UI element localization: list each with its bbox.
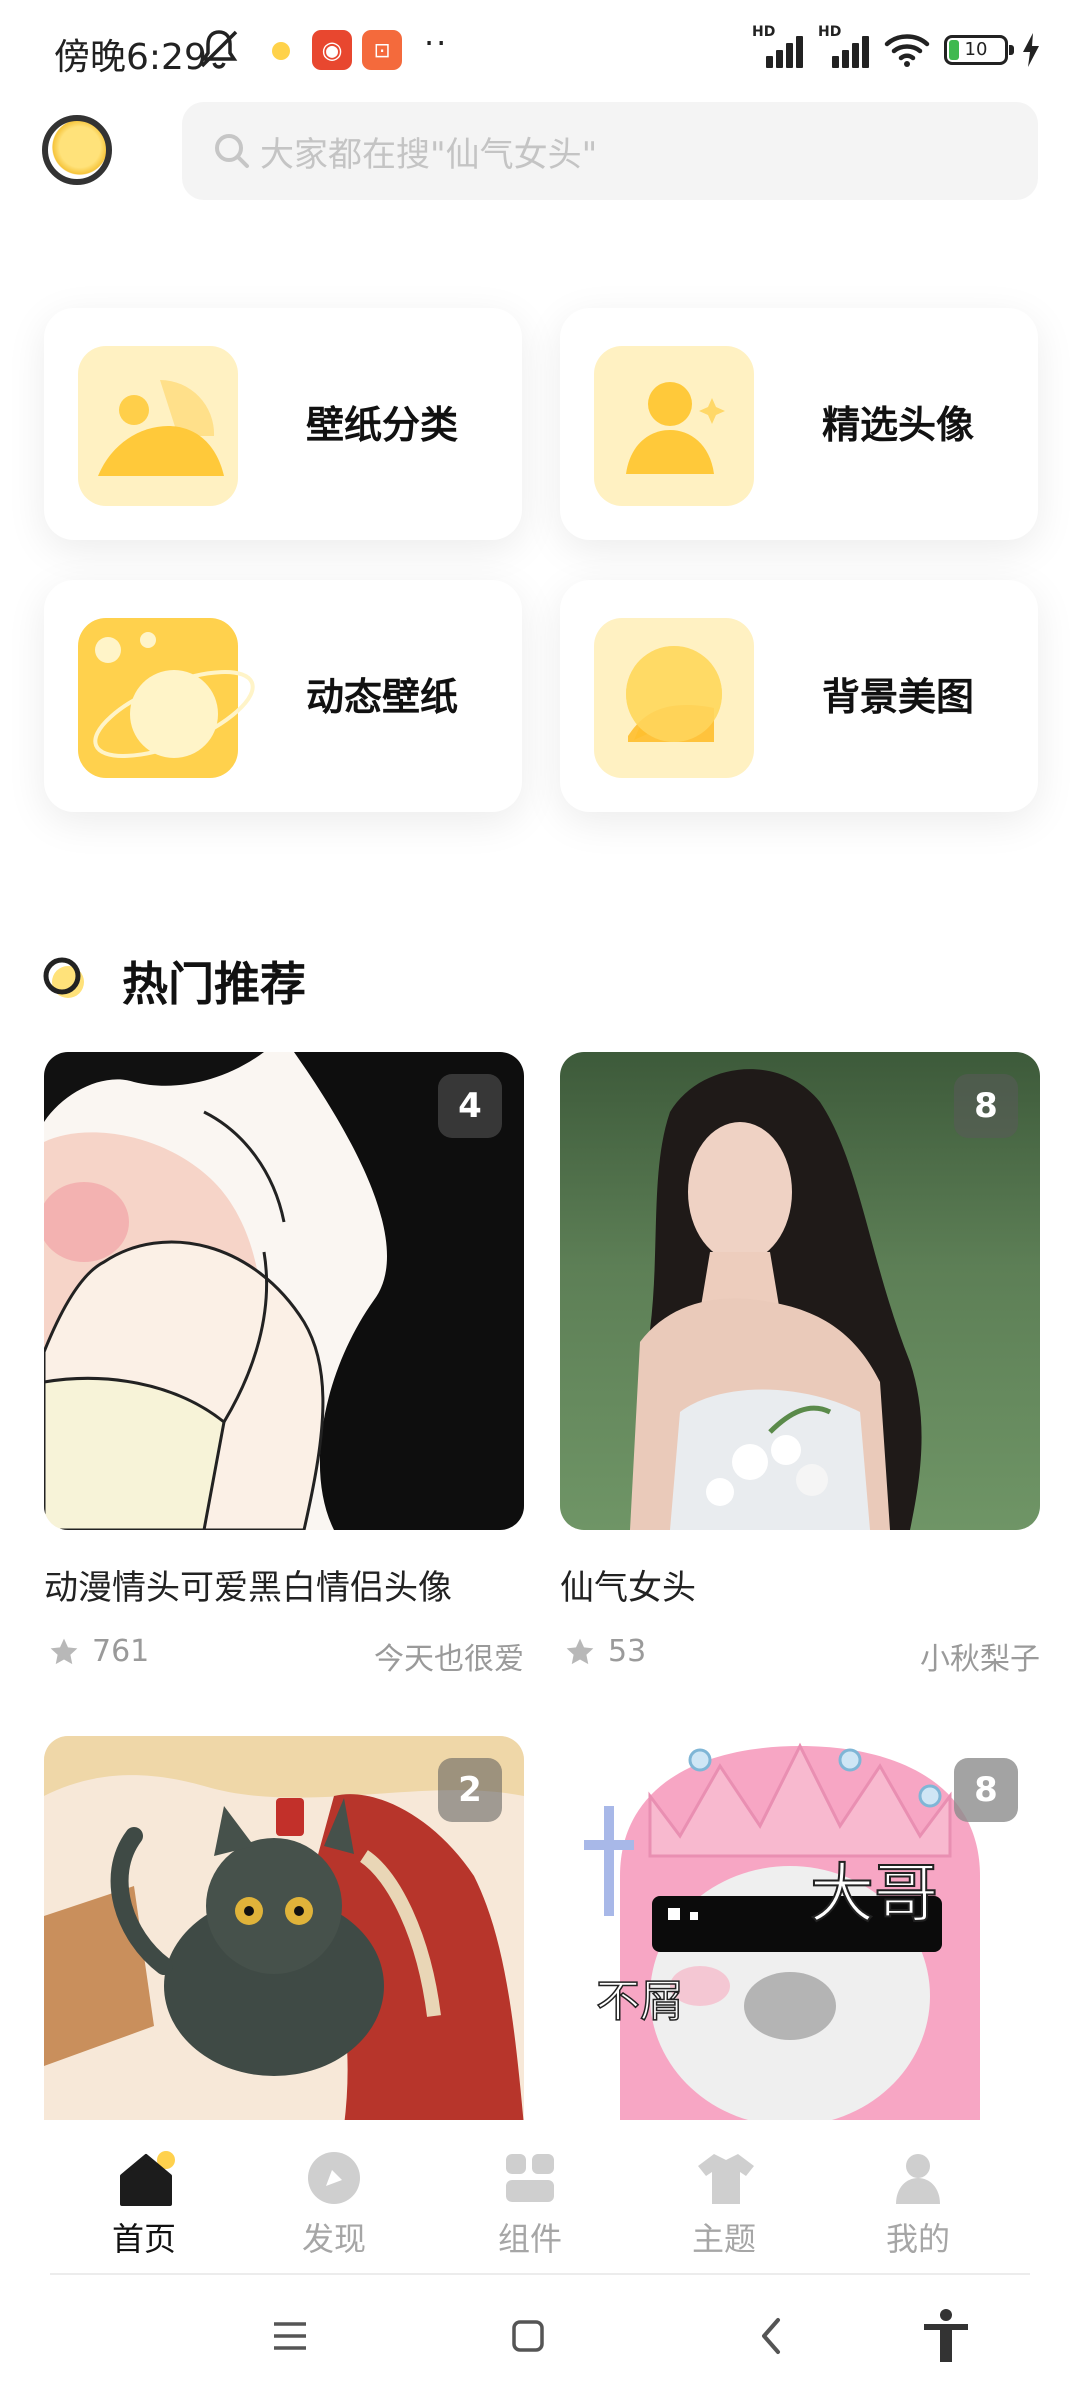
item-image[interactable]: 8 bbox=[560, 1052, 1040, 1530]
section-ring-icon bbox=[43, 957, 84, 998]
accessibility-icon[interactable] bbox=[920, 2308, 972, 2364]
image-count-badge: 4 bbox=[438, 1074, 502, 1138]
home-icon bbox=[116, 2150, 175, 2206]
nav-divider bbox=[50, 2273, 1030, 2275]
item-meta: 53 小秋梨子 bbox=[560, 1632, 1040, 1677]
nav-theme[interactable]: 主题 bbox=[644, 2150, 804, 2260]
card-label: 壁纸分类 bbox=[306, 403, 459, 447]
card-label: 背景美图 bbox=[822, 675, 975, 719]
author-name[interactable]: 小秋梨子 bbox=[920, 1634, 1040, 1678]
star-icon[interactable] bbox=[48, 1636, 80, 1668]
item-title: 动漫情头可爱黑白情侣头像 bbox=[44, 1568, 452, 1608]
landscape-icon bbox=[78, 346, 238, 506]
shop-notification-icon: ⊡ bbox=[362, 30, 402, 70]
background-card[interactable]: 背景美图 bbox=[560, 580, 1038, 812]
bottom-nav: 首页 发现 组件 主题 我的 bbox=[0, 2120, 1080, 2282]
item-meta: 761 今天也很爱 bbox=[44, 1632, 524, 1677]
discover-icon bbox=[306, 2150, 362, 2206]
weather-sun-icon bbox=[272, 42, 290, 60]
meme-text-2: 不屑 bbox=[596, 1976, 684, 2027]
status-bar: 傍晚6:29 ◉ ⊡ ·· HD HD 10 bbox=[0, 0, 1080, 100]
item-title: 仙气女头 bbox=[560, 1568, 696, 1608]
app-notification-icon: ◉ bbox=[312, 30, 352, 70]
wallpaper-category-card[interactable]: 壁纸分类 bbox=[44, 308, 522, 540]
widgets-icon bbox=[502, 2150, 558, 2206]
image-count-badge: 2 bbox=[438, 1758, 502, 1822]
section-title: 热门推荐 bbox=[122, 957, 306, 1011]
author-name[interactable]: 今天也很爱 bbox=[374, 1634, 524, 1678]
tshirt-icon bbox=[696, 2150, 754, 2206]
card-label: 动态壁纸 bbox=[306, 675, 459, 719]
app-logo[interactable] bbox=[42, 115, 112, 185]
signal-icon-2: HD bbox=[818, 24, 870, 70]
charging-icon bbox=[1023, 33, 1039, 67]
home-square-icon[interactable] bbox=[510, 2318, 546, 2354]
card-label: 精选头像 bbox=[822, 403, 975, 447]
user-avatar-icon bbox=[594, 346, 754, 506]
bell-muted-icon bbox=[200, 30, 238, 69]
signal-icon: HD bbox=[752, 24, 804, 70]
avatar-card[interactable]: 精选头像 bbox=[560, 308, 1038, 540]
nav-discover[interactable]: 发现 bbox=[254, 2150, 414, 2260]
item-image[interactable]: 4 bbox=[44, 1052, 524, 1530]
system-nav bbox=[0, 2282, 1080, 2400]
profile-icon bbox=[890, 2150, 946, 2206]
status-right: HD HD 10 bbox=[752, 24, 1040, 72]
search-icon bbox=[215, 134, 249, 168]
image-count-badge: 8 bbox=[954, 1758, 1018, 1822]
status-time: 傍晚6:29 bbox=[54, 37, 207, 78]
back-icon[interactable] bbox=[756, 2316, 786, 2356]
search-bar[interactable]: 大家都在搜"仙气女头" bbox=[182, 102, 1038, 200]
more-notifications: ·· bbox=[424, 24, 449, 62]
search-placeholder: 大家都在搜"仙气女头" bbox=[260, 134, 598, 175]
like-count: 53 bbox=[608, 1634, 647, 1669]
like-count: 761 bbox=[92, 1634, 150, 1669]
item-image[interactable]: 大哥 不屑 8 bbox=[560, 1736, 1040, 2126]
item-image[interactable]: 2 bbox=[44, 1736, 524, 2126]
chat-bubble-icon bbox=[594, 618, 754, 778]
live-wallpaper-card[interactable]: 动态壁纸 bbox=[44, 580, 522, 812]
nav-home[interactable]: 首页 bbox=[64, 2150, 224, 2260]
wifi-icon bbox=[884, 34, 930, 67]
planet-icon bbox=[78, 618, 255, 778]
star-icon[interactable] bbox=[564, 1636, 596, 1668]
nav-widgets[interactable]: 组件 bbox=[450, 2150, 610, 2260]
nav-profile[interactable]: 我的 bbox=[838, 2150, 998, 2260]
battery-icon: 10 bbox=[944, 35, 1014, 65]
meme-text-1: 大哥 bbox=[810, 1858, 938, 1932]
image-count-badge: 8 bbox=[954, 1074, 1018, 1138]
menu-icon[interactable] bbox=[272, 2318, 308, 2354]
